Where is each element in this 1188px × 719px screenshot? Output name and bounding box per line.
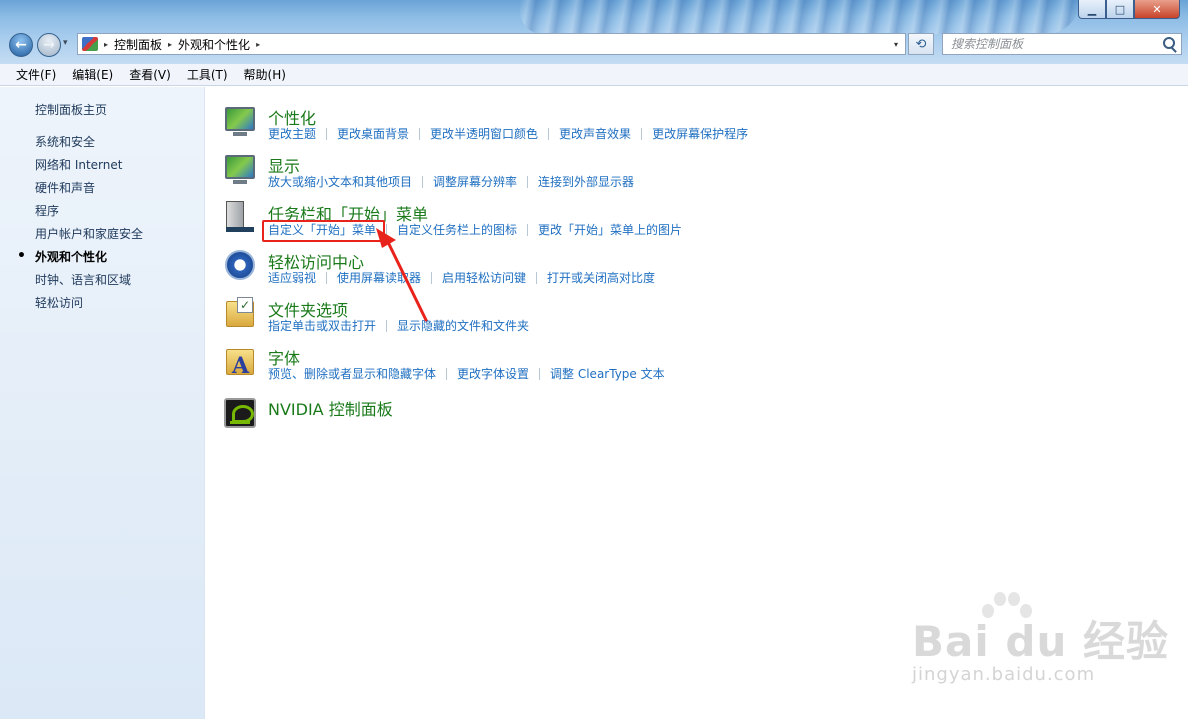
sidebar-item-clock-language[interactable]: 时钟、语言和区域 [0,272,205,295]
link-text-size[interactable]: 放大或缩小文本和其他项目 [268,176,424,188]
sidebar-item-programs[interactable]: 程序 [0,203,205,226]
forward-button[interactable]: → [37,33,61,57]
link-cleartype[interactable]: 调整 ClearType 文本 [550,368,675,380]
window-controls: ▁ □ ✕ [1078,0,1180,19]
address-bar[interactable]: ▸ 控制面板 ▸ 外观和个性化 ▸ ▾ [77,33,906,55]
breadcrumb-separator[interactable]: ▸ [256,40,260,49]
breadcrumb-control-panel[interactable]: 控制面板 [114,36,162,53]
sidebar-item-network[interactable]: 网络和 Internet [0,157,205,180]
breadcrumb-appearance[interactable]: 外观和个性化 [178,36,250,53]
menu-edit[interactable]: 编辑(E) [64,66,121,83]
link-high-contrast[interactable]: 打开或关闭高对比度 [547,272,665,284]
menu-view[interactable]: 查看(V) [121,66,179,83]
left-navigation-pane: 控制面板主页 系统和安全 网络和 Internet 硬件和声音 程序 用户帐户和… [0,87,205,719]
link-font-settings[interactable]: 更改字体设置 [457,368,541,380]
category-title[interactable]: 轻松访问中心 [268,249,364,273]
search-input[interactable] [951,37,1151,51]
link-external-display[interactable]: 连接到外部显示器 [538,176,644,188]
sidebar-item-ease-of-access[interactable]: 轻松访问 [0,295,205,318]
address-dropdown-button[interactable]: ▾ [887,34,905,54]
menu-file[interactable]: 文件(F) [8,66,64,83]
fonts-icon[interactable]: A [224,345,256,379]
nvidia-icon[interactable] [224,396,256,428]
search-icon[interactable] [1163,37,1175,49]
category-links: 适应弱视 使用屏幕读取器 启用轻松访问键 打开或关闭高对比度 [268,272,675,284]
recent-pages-dropdown[interactable]: ▾ [63,38,68,48]
breadcrumb-separator[interactable]: ▸ [104,40,108,49]
menu-bar: 文件(F) 编辑(E) 查看(V) 工具(T) 帮助(H) [0,64,1188,86]
link-change-theme[interactable]: 更改主题 [268,128,328,140]
menu-tools[interactable]: 工具(T) [179,66,236,83]
sidebar-item-appearance[interactable]: 外观和个性化 [0,248,205,272]
baidu-jingyan-watermark: Bai du 经验 jingyan.baidu.com [908,590,1178,700]
link-change-screensaver[interactable]: 更改屏幕保护程序 [652,128,758,140]
aero-glass-decoration [520,0,1080,34]
category-links: 放大或缩小文本和其他项目 调整屏幕分辨率 连接到外部显示器 [268,176,654,188]
search-box[interactable] [942,33,1182,55]
watermark-logo: Bai du 经验 [912,617,1169,666]
back-button[interactable]: ← [9,33,33,57]
control-panel-home-link[interactable]: 控制面板主页 [35,101,107,118]
category-title[interactable]: 显示 [268,153,300,177]
link-screen-resolution[interactable]: 调整屏幕分辨率 [433,176,529,188]
sidebar-item-system-security[interactable]: 系统和安全 [0,134,205,157]
category-nav-list: 系统和安全 网络和 Internet 硬件和声音 程序 用户帐户和家庭安全 外观… [0,134,205,318]
menu-help[interactable]: 帮助(H) [236,66,294,83]
link-change-desktop-background[interactable]: 更改桌面背景 [337,128,421,140]
annotation-highlight-box [262,220,385,242]
refresh-button[interactable]: ⟲ [908,33,934,55]
breadcrumb-separator[interactable]: ▸ [168,40,172,49]
link-ease-keys[interactable]: 启用轻松访问键 [442,272,538,284]
annotation-arrow [376,228,428,322]
ease-of-access-icon[interactable] [224,249,256,281]
category-links: 更改主题 更改桌面背景 更改半透明窗口颜色 更改声音效果 更改屏幕保护程序 [268,128,768,140]
refresh-icon: ⟲ [915,36,927,52]
link-preview-fonts[interactable]: 预览、删除或者显示和隐藏字体 [268,368,448,380]
category-links: 预览、删除或者显示和隐藏字体 更改字体设置 调整 ClearType 文本 [268,368,685,380]
folder-options-icon[interactable]: ✓ [224,297,256,329]
taskbar-icon[interactable] [224,201,256,233]
link-change-sound-effects[interactable]: 更改声音效果 [559,128,643,140]
link-low-vision[interactable]: 适应弱视 [268,272,328,284]
personalization-icon[interactable] [224,105,256,137]
link-change-start-menu-picture[interactable]: 更改「开始」菜单上的图片 [538,224,692,236]
watermark-url: jingyan.baidu.com [912,664,1096,685]
link-change-window-color[interactable]: 更改半透明窗口颜色 [430,128,550,140]
arrow-right-icon: → [43,37,55,53]
category-title[interactable]: 个性化 [268,105,316,129]
category-title[interactable]: NVIDIA 控制面板 [268,396,393,420]
close-button[interactable]: ✕ [1134,0,1180,19]
minimize-button[interactable]: ▁ [1078,0,1106,19]
maximize-button[interactable]: □ [1106,0,1134,19]
control-panel-icon [82,37,98,51]
sidebar-item-user-accounts[interactable]: 用户帐户和家庭安全 [0,226,205,249]
arrow-left-icon: ← [15,37,27,53]
category-title[interactable]: 字体 [268,345,300,369]
display-icon[interactable] [224,153,256,185]
sidebar-item-hardware-sound[interactable]: 硬件和声音 [0,180,205,203]
category-title[interactable]: 文件夹选项 [268,297,348,321]
